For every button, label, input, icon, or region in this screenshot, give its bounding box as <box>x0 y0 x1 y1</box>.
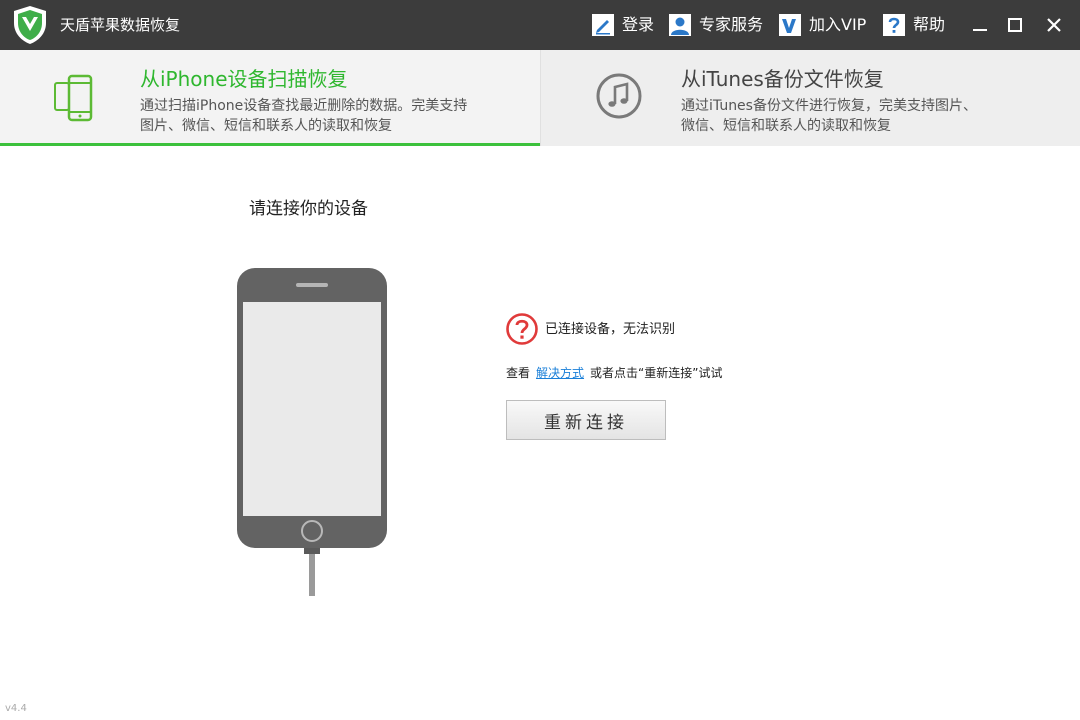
maximize-icon[interactable] <box>1003 13 1027 37</box>
hint-suffix: 或者点击“重新连接”试试 <box>590 366 723 380</box>
connect-device-heading: 请连接你的设备 <box>249 199 368 219</box>
user-icon <box>669 14 691 36</box>
expert-service-label: 专家服务 <box>699 15 764 34</box>
question-mark-icon <box>506 313 538 345</box>
help-label: 帮助 <box>913 15 946 34</box>
tab-itunes-title: 从iTunes备份文件恢复 <box>681 67 884 91</box>
tab-iphone-desc: 通过扫描iPhone设备查找最近删除的数据。完美支持图片、微信、短信和联系人的读… <box>140 98 468 134</box>
join-vip-label: 加入VIP <box>809 15 867 34</box>
device-status-text: 已连接设备，无法识别 <box>545 322 676 337</box>
solution-link[interactable]: 解决方式 <box>536 366 584 380</box>
tab-itunes-backup[interactable]: 从iTunes备份文件恢复 通过iTunes备份文件进行恢复，完美支持图片、微信… <box>540 50 1080 146</box>
devices-icon <box>54 74 93 122</box>
tab-iphone-scan[interactable]: 从iPhone设备扫描恢复 通过扫描iPhone设备查找最近删除的数据。完美支持… <box>0 50 540 146</box>
close-icon[interactable] <box>1042 13 1066 37</box>
shield-logo-icon <box>14 6 46 44</box>
pen-icon <box>592 14 614 36</box>
expert-service-button[interactable]: 专家服务 <box>669 12 763 38</box>
tab-iphone-title: 从iPhone设备扫描恢复 <box>140 67 348 91</box>
vip-icon <box>779 14 801 36</box>
version-label: v4.4 <box>5 703 27 714</box>
mode-tabs: 从iPhone设备扫描恢复 通过扫描iPhone设备查找最近删除的数据。完美支持… <box>0 50 1080 146</box>
iphone-illustration <box>237 268 387 596</box>
minimize-icon[interactable] <box>968 13 992 37</box>
active-tab-indicator <box>0 143 540 146</box>
login-label: 登录 <box>622 15 655 34</box>
title-bar: 天盾苹果数据恢复 登录 专家服务 加入VIP 帮助 <box>0 0 1080 50</box>
join-vip-button[interactable]: 加入VIP <box>779 12 866 38</box>
help-button[interactable]: 帮助 <box>883 12 945 38</box>
hint-prefix: 查看 <box>506 366 531 380</box>
reconnect-button[interactable]: 重新连接 <box>506 400 666 440</box>
app-title: 天盾苹果数据恢复 <box>60 16 181 34</box>
help-icon <box>883 14 905 36</box>
tab-itunes-desc: 通过iTunes备份文件进行恢复，完美支持图片、微信、短信和联系人的读取和恢复 <box>681 98 977 134</box>
music-note-icon <box>596 73 642 119</box>
login-button[interactable]: 登录 <box>592 12 654 38</box>
hint-line: 查看 解决方式 或者点击“重新连接”试试 <box>506 364 722 382</box>
